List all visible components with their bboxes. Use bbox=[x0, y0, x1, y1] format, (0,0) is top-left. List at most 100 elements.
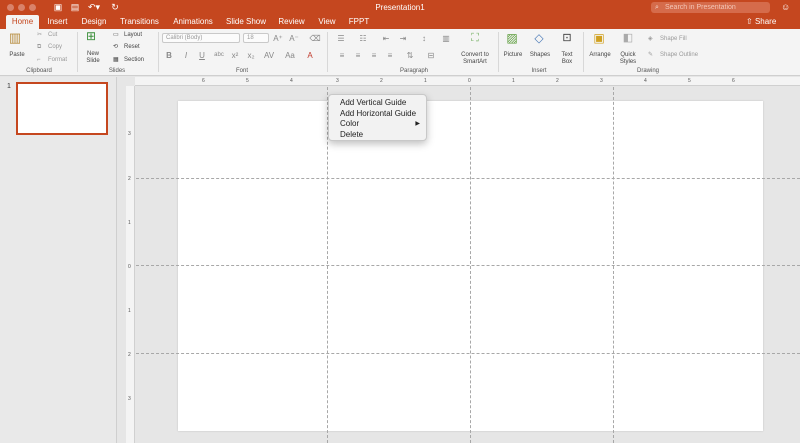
bold-icon[interactable]: B bbox=[164, 51, 174, 60]
menu-item-delete[interactable]: Delete bbox=[329, 130, 426, 141]
font-name-dropdown[interactable]: Calibri (Body) bbox=[162, 33, 240, 43]
decrease-font-icon[interactable]: A⁻ bbox=[288, 34, 300, 43]
font-size-dropdown[interactable]: 18 bbox=[243, 33, 269, 43]
increase-indent-icon[interactable]: ⇥ bbox=[397, 34, 409, 43]
align-left-icon[interactable]: ≡ bbox=[336, 51, 348, 60]
columns-icon[interactable]: ▥ bbox=[438, 34, 454, 43]
horizontal-ruler[interactable]: 6 5 4 3 2 1 0 1 2 3 4 5 6 bbox=[135, 77, 800, 86]
tab-slide-show[interactable]: Slide Show bbox=[223, 15, 269, 29]
menu-item-color[interactable]: Color ▶ bbox=[329, 119, 426, 130]
smartart-icon[interactable]: ⛶ bbox=[466, 33, 484, 44]
numbering-icon[interactable]: ☷ bbox=[356, 34, 370, 43]
align-text-icon[interactable]: ⊟ bbox=[423, 51, 439, 60]
change-case-icon[interactable]: Aa bbox=[283, 51, 297, 60]
align-center-icon[interactable]: ≡ bbox=[352, 51, 364, 60]
shape-outline-button[interactable]: Shape Outline bbox=[660, 51, 698, 59]
text-box-label-1[interactable]: Text bbox=[557, 52, 577, 59]
strikethrough-icon[interactable]: abc bbox=[212, 51, 226, 60]
shape-fill-button[interactable]: Shape Fill bbox=[660, 35, 687, 43]
section-icon: ▦ bbox=[113, 57, 119, 63]
superscript-icon[interactable]: x² bbox=[230, 51, 240, 60]
tab-view[interactable]: View bbox=[314, 15, 340, 29]
slide-canvas[interactable] bbox=[136, 87, 800, 443]
picture-button[interactable]: Picture bbox=[501, 52, 525, 59]
redo-icon[interactable]: ↻ bbox=[110, 2, 120, 13]
bullets-icon[interactable]: ☰ bbox=[334, 34, 348, 43]
justify-icon[interactable]: ≡ bbox=[384, 51, 396, 60]
section-button[interactable]: Section bbox=[124, 56, 144, 64]
clear-format-icon[interactable]: ⌫ bbox=[309, 34, 321, 43]
ruler-number: 2 bbox=[556, 78, 559, 84]
quick-styles-icon[interactable]: ◧ bbox=[620, 33, 636, 44]
underline-icon[interactable]: U bbox=[197, 51, 207, 60]
ruler-number: 0 bbox=[128, 264, 131, 270]
ruler-number: 3 bbox=[128, 396, 131, 402]
menu-item-add-horizontal-guide[interactable]: Add Horizontal Guide bbox=[329, 109, 426, 120]
sidebar-icon[interactable]: ▣ bbox=[53, 2, 63, 13]
shape-outline-icon: ✎ bbox=[648, 52, 654, 58]
tab-design[interactable]: Design bbox=[78, 15, 110, 29]
feedback-smiley-icon[interactable]: ☺ bbox=[781, 2, 793, 13]
ribbon-separator bbox=[77, 32, 78, 72]
minimize-window-button[interactable] bbox=[18, 4, 25, 11]
search-input[interactable]: ⌕ Search in Presentation bbox=[651, 2, 770, 13]
new-slide-label-2[interactable]: Slide bbox=[82, 58, 104, 65]
smartart-label-2[interactable]: SmartArt bbox=[456, 59, 494, 66]
tab-fppt[interactable]: FPPT bbox=[346, 15, 372, 29]
picture-icon[interactable]: ▨ bbox=[504, 32, 520, 44]
tab-animations[interactable]: Animations bbox=[169, 15, 217, 29]
cut-button[interactable]: Cut bbox=[48, 31, 57, 39]
ruler-number: 3 bbox=[600, 78, 603, 84]
line-spacing-icon[interactable]: ↕ bbox=[416, 34, 432, 43]
tab-insert[interactable]: Insert bbox=[43, 15, 72, 29]
font-color-icon[interactable]: A bbox=[304, 51, 316, 60]
new-slide-icon[interactable]: ⊞ bbox=[83, 30, 99, 46]
share-button[interactable]: ⇧ Share bbox=[746, 15, 776, 29]
paste-button[interactable]: Paste bbox=[4, 52, 30, 59]
copy-button[interactable]: Copy bbox=[48, 43, 62, 51]
close-window-button[interactable] bbox=[7, 4, 14, 11]
undo-icon[interactable]: ↶▾ bbox=[86, 2, 102, 13]
italic-icon[interactable]: I bbox=[181, 51, 191, 60]
shapes-button[interactable]: Shapes bbox=[528, 52, 552, 59]
search-icon: ⌕ bbox=[655, 4, 659, 11]
tab-review[interactable]: Review bbox=[275, 15, 308, 29]
horizontal-guide[interactable] bbox=[136, 178, 800, 179]
ribbon-tab-strip: Home Insert Design Transitions Animation… bbox=[0, 15, 800, 29]
menu-item-label: Add Horizontal Guide bbox=[340, 108, 417, 118]
decrease-indent-icon[interactable]: ⇤ bbox=[380, 34, 392, 43]
text-direction-icon[interactable]: ⇅ bbox=[402, 51, 418, 60]
increase-font-icon[interactable]: A⁺ bbox=[272, 34, 284, 43]
text-box-icon[interactable]: ⊡ bbox=[560, 33, 574, 44]
shapes-icon[interactable]: ◇ bbox=[531, 32, 547, 44]
text-box-label-2[interactable]: Box bbox=[557, 59, 577, 66]
quick-styles-label-1[interactable]: Quick bbox=[616, 52, 640, 59]
smartart-label-1[interactable]: Convert to bbox=[456, 52, 494, 59]
arrange-icon[interactable]: ▣ bbox=[591, 32, 607, 44]
submenu-arrow-icon: ▶ bbox=[415, 121, 420, 127]
tab-transitions[interactable]: Transitions bbox=[116, 15, 163, 29]
character-spacing-icon[interactable]: AV bbox=[262, 51, 276, 60]
arrange-button[interactable]: Arrange bbox=[586, 52, 614, 59]
ruler-number: 1 bbox=[128, 220, 131, 226]
quick-styles-label-2[interactable]: Styles bbox=[616, 59, 640, 66]
new-slide-label-1[interactable]: New bbox=[82, 51, 104, 58]
subscript-icon[interactable]: x₂ bbox=[246, 51, 256, 60]
save-icon[interactable]: ▤ bbox=[70, 2, 80, 13]
vertical-ruler[interactable]: 3 2 1 0 1 2 3 bbox=[126, 86, 135, 443]
reset-button[interactable]: Reset bbox=[124, 43, 140, 51]
align-right-icon[interactable]: ≡ bbox=[368, 51, 380, 60]
horizontal-guide[interactable] bbox=[136, 353, 800, 354]
guide-context-menu: Add Vertical Guide Add Horizontal Guide … bbox=[328, 94, 427, 141]
tab-home[interactable]: Home bbox=[6, 15, 39, 29]
layout-button[interactable]: Layout bbox=[124, 31, 142, 39]
slide-thumbnail[interactable] bbox=[16, 82, 108, 135]
format-button[interactable]: Format bbox=[48, 56, 67, 64]
horizontal-guide[interactable] bbox=[136, 265, 800, 266]
ruler-number: 3 bbox=[128, 131, 131, 137]
zoom-window-button[interactable] bbox=[29, 4, 36, 11]
menu-item-add-vertical-guide[interactable]: Add Vertical Guide bbox=[329, 98, 426, 109]
clipboard-group-label: Clipboard bbox=[26, 68, 52, 74]
paste-icon[interactable]: ▥ bbox=[8, 31, 22, 47]
ribbon-separator bbox=[158, 32, 159, 72]
